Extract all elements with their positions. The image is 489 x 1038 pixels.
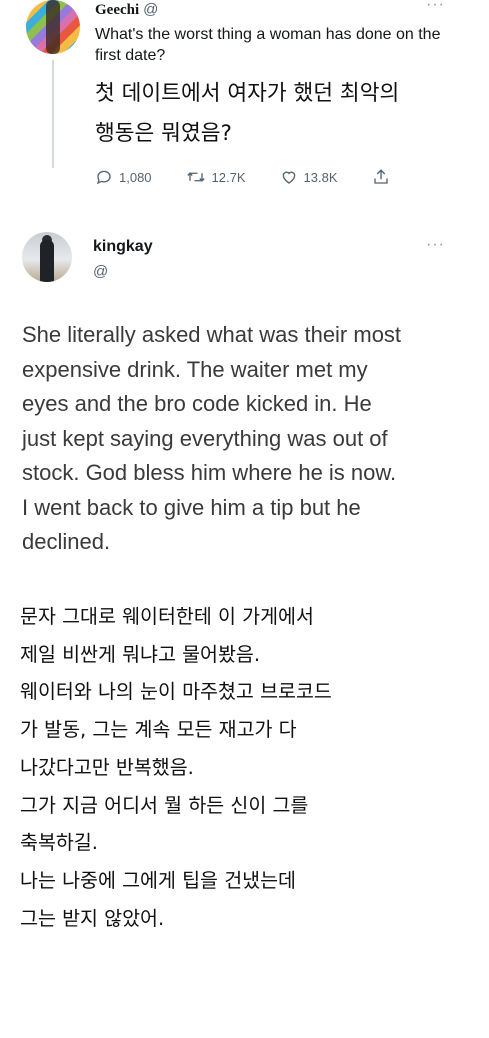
translation-line: 나는 나중에 그에게 팁을 건냈는데 bbox=[20, 868, 296, 892]
author-name[interactable]: kingkay bbox=[93, 238, 153, 256]
tweet-line: just kept saying everything was out of bbox=[22, 425, 388, 451]
avatar-figure bbox=[46, 0, 60, 54]
share-button[interactable] bbox=[372, 168, 396, 186]
tweet1-translation: 첫 데이트에서 여자가 했던 최악의 행동은 뭐였음? bbox=[95, 74, 475, 154]
retweet-button[interactable]: 12.7K bbox=[186, 168, 246, 186]
translation-line: 그는 받지 않았어. bbox=[20, 906, 165, 930]
tweet-line: I went back to give him a tip but he bbox=[22, 494, 361, 520]
reply-count: 1,080 bbox=[119, 169, 152, 185]
author-handle[interactable]: @ bbox=[93, 263, 108, 280]
tweet1-text: What's the worst thing a woman has done … bbox=[95, 26, 441, 64]
translation-line: 웨이터와 나의 눈이 마주쳤고 브로코드 bbox=[20, 680, 332, 704]
tweet-line: stock. God bless him where he is now. bbox=[22, 460, 397, 485]
translation-text: 문자 그대로 웨이터한테 이 가게에서 제일 비싼게 뭐냐고 물어봤음. 웨이터… bbox=[20, 598, 480, 937]
like-icon bbox=[282, 171, 295, 184]
thread-line bbox=[52, 60, 54, 168]
translation-line: 가 발동, 그는 계속 모든 재고가 다 bbox=[20, 718, 297, 742]
avatar[interactable] bbox=[26, 0, 80, 54]
tweet1-author[interactable]: Geechi @ bbox=[95, 1, 158, 19]
retweet-count: 12.7K bbox=[211, 169, 246, 185]
translation-line: 그가 지금 어디서 뭘 하든 신이 그를 bbox=[20, 793, 309, 817]
tweet-line: declined. bbox=[22, 529, 111, 554]
avatar[interactable] bbox=[22, 232, 72, 282]
tweet1-actions: 1,080 12.7K 13.8K bbox=[95, 165, 430, 189]
translation-line: 축복하길. bbox=[20, 831, 98, 855]
reply-icon bbox=[96, 170, 111, 185]
avatar-person bbox=[40, 240, 54, 282]
tweet-line: eyes and the bro code kicked in. He bbox=[22, 391, 372, 416]
like-count: 13.8K bbox=[303, 169, 338, 185]
share-icon bbox=[373, 169, 388, 184]
author-name[interactable]: Geechi bbox=[95, 2, 139, 18]
translation-line: 나갔다고만 반복했음. bbox=[20, 755, 194, 779]
more-options-icon[interactable]: ··· bbox=[426, 236, 445, 254]
tweet-line: expensive drink. The waiter met my bbox=[22, 356, 368, 382]
retweet-icon bbox=[186, 172, 205, 182]
tweet-line: She literally asked what was their most bbox=[22, 322, 402, 347]
translation-line: 제일 비싼게 뭐냐고 물어봤음. bbox=[20, 642, 261, 666]
author-handle[interactable]: @ bbox=[143, 1, 158, 18]
translation-line: 행동은 뭐였음? bbox=[95, 121, 232, 146]
translation-line: 첫 데이트에서 여자가 했던 최악의 bbox=[95, 81, 400, 106]
translation-line: 문자 그대로 웨이터한테 이 가게에서 bbox=[20, 605, 314, 628]
reply-button[interactable]: 1,080 bbox=[95, 168, 152, 186]
more-options-icon[interactable]: ··· bbox=[426, 0, 445, 14]
like-button[interactable]: 13.8K bbox=[280, 168, 338, 186]
tweet2-text: She literally asked what was their most … bbox=[22, 318, 462, 560]
